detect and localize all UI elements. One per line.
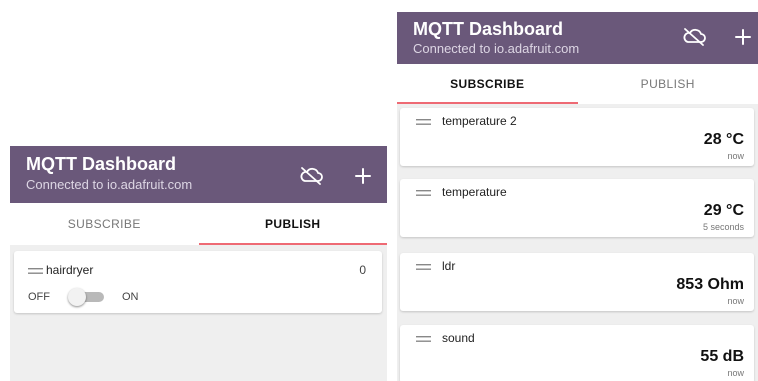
item-name: temperature 2 <box>442 114 517 128</box>
item-name: ldr <box>442 259 456 273</box>
drag-handle-icon[interactable] <box>28 267 43 275</box>
drag-handle-icon[interactable] <box>416 189 431 197</box>
app-bar: MQTT Dashboard Connected to io.adafruit.… <box>10 146 387 203</box>
item-name: hairdryer <box>46 263 94 277</box>
item-timestamp: now <box>727 151 744 161</box>
item-timestamp: now <box>727 296 744 306</box>
app-title: MQTT Dashboard <box>413 19 564 39</box>
item-value: 55 dB <box>700 348 744 365</box>
connection-status: Connected to io.adafruit.com <box>413 41 580 56</box>
toggle-row: OFF ON <box>28 288 139 306</box>
subscribe-item-temperature-2[interactable]: temperature 2 28 °C now <box>400 108 754 166</box>
add-plus-icon[interactable] <box>355 168 371 184</box>
drag-handle-icon[interactable] <box>416 335 431 343</box>
app-bar: MQTT Dashboard Connected to io.adafruit.… <box>397 12 758 64</box>
tab-bar: SUBSCRIBE PUBLISH <box>397 64 758 104</box>
connection-status: Connected to io.adafruit.com <box>26 177 193 192</box>
hairdryer-switch[interactable] <box>68 288 104 306</box>
item-value: 29 °C <box>703 202 744 219</box>
app-title: MQTT Dashboard <box>26 154 177 174</box>
item-value: 0 <box>359 263 366 277</box>
item-value: 28 °C <box>703 131 744 148</box>
tab-bar: SUBSCRIBE PUBLISH <box>10 203 387 245</box>
tab-subscribe[interactable]: SUBSCRIBE <box>397 64 578 104</box>
cloud-off-icon[interactable] <box>298 166 324 186</box>
item-name: temperature <box>442 185 507 199</box>
cloud-off-icon[interactable] <box>681 27 707 47</box>
drag-handle-icon[interactable] <box>416 263 431 271</box>
subscribe-item-ldr[interactable]: ldr 853 Ohm now <box>400 253 754 311</box>
item-name: sound <box>442 331 475 345</box>
subscribe-screen: MQTT Dashboard Connected to io.adafruit.… <box>397 12 758 381</box>
off-label: OFF <box>28 291 50 303</box>
tab-subscribe[interactable]: SUBSCRIBE <box>10 203 199 245</box>
publish-screen: MQTT Dashboard Connected to io.adafruit.… <box>10 146 387 381</box>
tab-publish[interactable]: PUBLISH <box>198 203 388 245</box>
subscribe-item-temperature[interactable]: temperature 29 °C 5 seconds <box>400 179 754 237</box>
on-label: ON <box>122 291 139 303</box>
item-timestamp: 5 seconds <box>702 222 744 232</box>
drag-handle-icon[interactable] <box>416 118 431 126</box>
tab-publish[interactable]: PUBLISH <box>578 64 758 104</box>
publish-item-hairdryer: hairdryer 0 OFF ON <box>14 251 382 313</box>
subscribe-item-sound[interactable]: sound 55 dB now <box>400 325 754 381</box>
add-plus-icon[interactable] <box>735 29 751 45</box>
item-timestamp: now <box>727 368 744 378</box>
switch-thumb <box>68 288 86 306</box>
item-value: 853 Ohm <box>676 276 744 293</box>
